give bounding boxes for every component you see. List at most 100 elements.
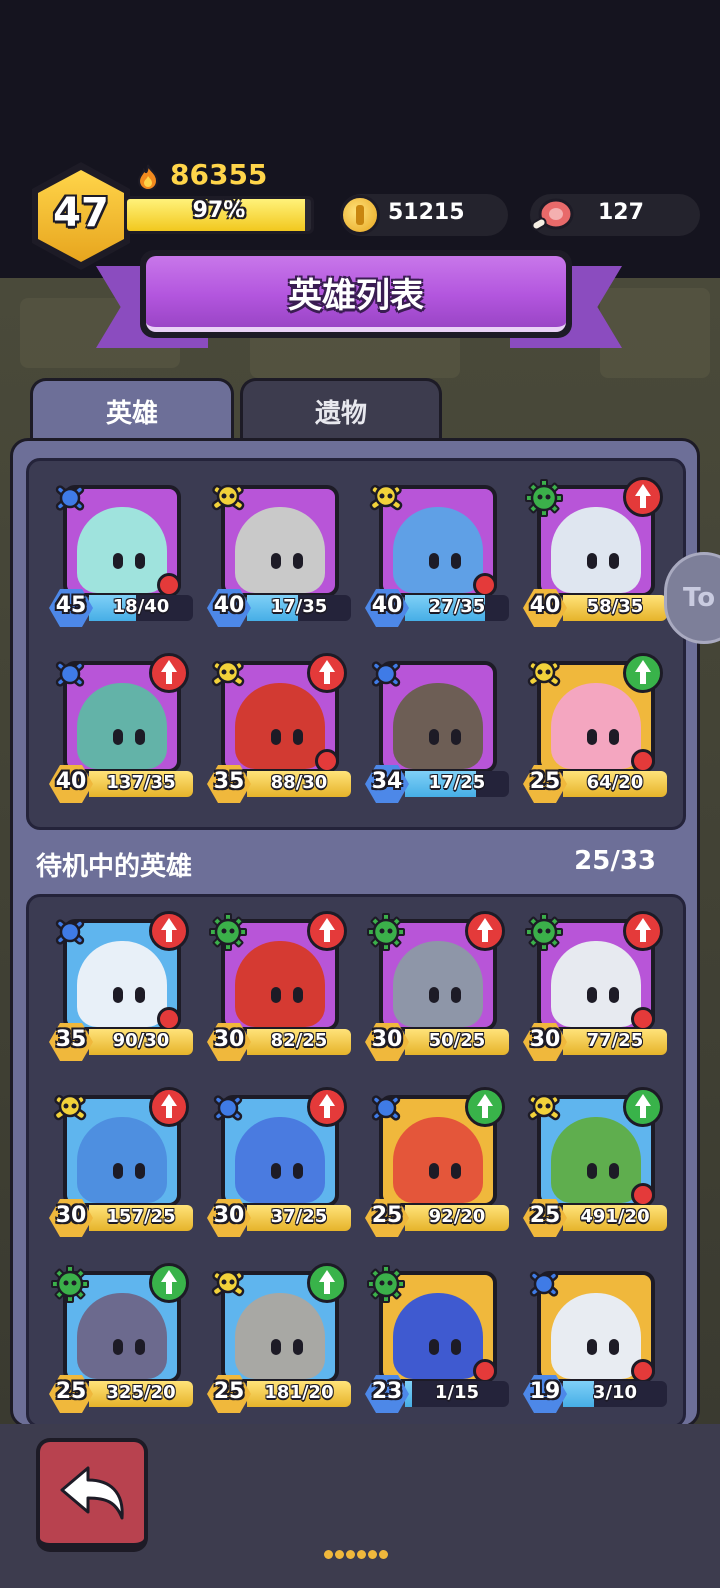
shard-count: 18/40: [112, 596, 170, 617]
hero-face: [393, 941, 483, 1027]
hero-eye: [293, 553, 303, 569]
hero-eye: [429, 1163, 439, 1179]
shard-count: 90/30: [112, 1030, 170, 1051]
hero-face: [551, 941, 641, 1027]
hero-eye: [609, 987, 619, 1003]
gear-class-icon: [525, 479, 563, 517]
magic-class-icon: [371, 661, 401, 687]
hero-card[interactable]: 491/20 25: [523, 1087, 683, 1237]
skull-class-icon: [53, 1094, 87, 1121]
upgrade-arrow-icon: [465, 1087, 505, 1127]
hero-card[interactable]: 88/30 35: [207, 653, 367, 803]
shard-count: 92/20: [428, 1206, 486, 1227]
hero-card[interactable]: 58/35 40: [523, 477, 683, 627]
shard-count: 27/35: [428, 596, 486, 617]
tab-relics[interactable]: 遗物: [240, 378, 442, 442]
hero-eye: [451, 1339, 461, 1355]
upgrade-arrow-icon: [307, 911, 347, 951]
hero-eye: [609, 553, 619, 569]
hero-card[interactable]: 17/35 40: [207, 477, 367, 627]
hero-card[interactable]: 137/35 40: [49, 653, 209, 803]
shard-count: 491/20: [580, 1206, 650, 1227]
hero-card[interactable]: 181/20 25: [207, 1263, 367, 1413]
gear-class-icon: [51, 1265, 89, 1303]
gear-class-icon: [367, 913, 405, 951]
hero-card[interactable]: 50/25 30: [365, 911, 525, 1061]
hero-card[interactable]: 325/20 25: [49, 1263, 209, 1413]
hero-eye: [113, 553, 123, 569]
hero-card[interactable]: 82/25 30: [207, 911, 367, 1061]
hero-eye: [587, 987, 597, 1003]
hero-level: 40: [213, 593, 245, 618]
hero-level: 45: [55, 593, 87, 618]
skull-class-icon: [369, 484, 403, 511]
hero-face: [235, 683, 325, 769]
hero-face: [77, 1117, 167, 1203]
standby-grid: 90/30 35 82/25 30 50/25 30 77/25 30 157/25 30 37/2…: [26, 894, 686, 1428]
hero-eye: [609, 1163, 619, 1179]
page-title: 英雄列表: [288, 276, 424, 316]
hero-eye: [271, 987, 281, 1003]
upgrade-arrow-icon: [149, 1087, 189, 1127]
shard-count: 325/20: [106, 1382, 176, 1403]
hero-level: 30: [371, 1027, 403, 1052]
gear-class-icon: [367, 1265, 405, 1303]
tab-heroes[interactable]: 英雄: [30, 378, 234, 442]
hero-card[interactable]: 64/20 25: [523, 653, 683, 803]
upgrade-arrow-icon: [623, 1087, 663, 1127]
hero-face: [77, 1293, 167, 1379]
hero-card[interactable]: 17/25 34: [365, 653, 525, 803]
hero-face: [235, 1293, 325, 1379]
hero-eye: [113, 1339, 123, 1355]
notification-dot: [631, 1007, 655, 1031]
hero-level: 30: [55, 1203, 87, 1228]
shard-count: 181/20: [264, 1382, 334, 1403]
hero-face: [77, 941, 167, 1027]
hero-card[interactable]: 157/25 30: [49, 1087, 209, 1237]
hero-card[interactable]: 90/30 35: [49, 911, 209, 1061]
hero-face: [235, 1117, 325, 1203]
hero-card[interactable]: 3/10 19: [523, 1263, 683, 1413]
gear-class-icon: [209, 913, 247, 951]
hero-eye: [293, 729, 303, 745]
magic-class-icon: [55, 485, 85, 511]
notification-dot: [631, 749, 655, 773]
hero-face: [393, 507, 483, 593]
hero-level: 40: [371, 593, 403, 618]
fire-icon: [137, 164, 159, 190]
hero-card[interactable]: 37/25 30: [207, 1087, 367, 1237]
hero-level: 25: [529, 1203, 561, 1228]
hero-eye: [451, 553, 461, 569]
meat-icon: [531, 198, 574, 231]
hero-eye: [135, 729, 145, 745]
skull-class-icon: [527, 1094, 561, 1121]
upgrade-arrow-icon: [307, 653, 347, 693]
hero-level: 25: [371, 1203, 403, 1228]
hero-card[interactable]: 18/40 45: [49, 477, 209, 627]
hero-eye: [271, 1339, 281, 1355]
hero-face: [551, 683, 641, 769]
shard-count: 137/35: [106, 772, 176, 793]
hero-level: 30: [213, 1203, 245, 1228]
hero-eye: [587, 729, 597, 745]
upgrade-arrow-icon: [623, 477, 663, 517]
hero-level: 19: [529, 1379, 561, 1404]
notification-dot: [157, 573, 181, 597]
magic-class-icon: [55, 661, 85, 687]
hero-level: 25: [213, 1379, 245, 1404]
hero-card[interactable]: 77/25 30: [523, 911, 683, 1061]
hero-card[interactable]: 27/35 40: [365, 477, 525, 627]
hero-eye: [293, 1163, 303, 1179]
notification-dot: [473, 1359, 497, 1383]
shard-count: 3/10: [592, 1382, 638, 1403]
meat-value: 127: [598, 200, 644, 225]
shard-count: 77/25: [586, 1030, 644, 1051]
hero-card[interactable]: 1/15 23: [365, 1263, 525, 1413]
hero-level: 34: [371, 769, 403, 794]
hero-eye: [271, 553, 281, 569]
shard-count: 17/25: [428, 772, 486, 793]
hero-eye: [609, 1339, 619, 1355]
upgrade-arrow-icon: [623, 911, 663, 951]
hero-level: 30: [529, 1027, 561, 1052]
hero-card[interactable]: 92/20 25: [365, 1087, 525, 1237]
